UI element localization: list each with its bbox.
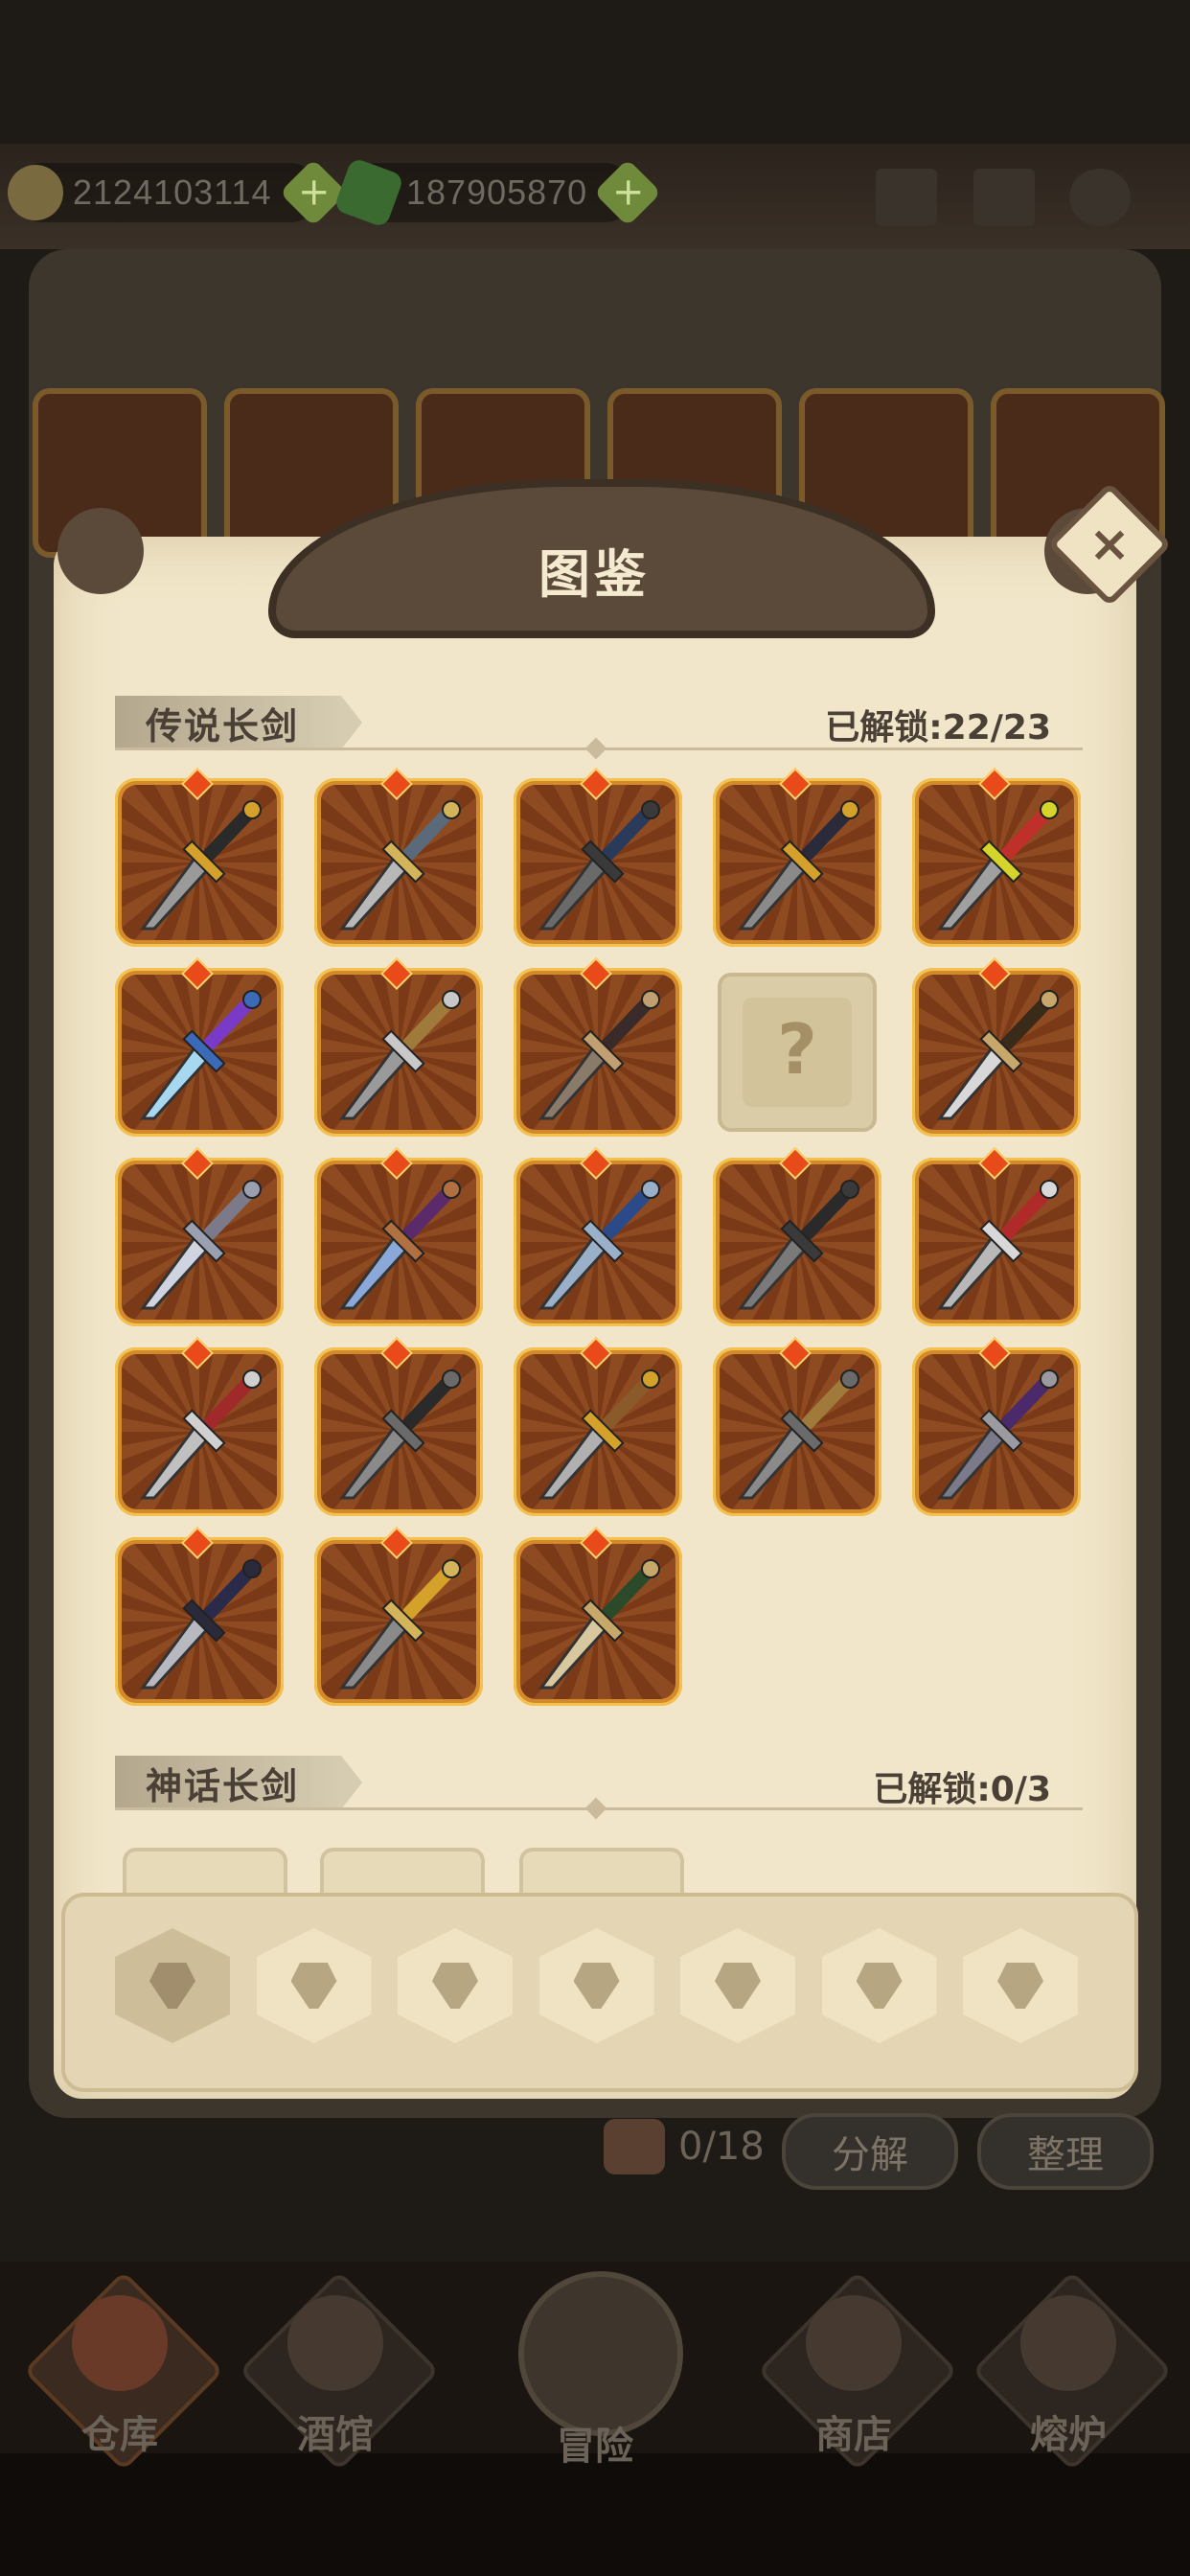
nav-label: 酒馆 — [297, 2413, 374, 2457]
sword-icon — [538, 1369, 660, 1500]
sword-icon — [339, 800, 461, 931]
gear-icon[interactable] — [1069, 169, 1131, 226]
sword-icon — [937, 1180, 1059, 1310]
nav-warehouse[interactable]: 仓库 — [19, 2262, 224, 2472]
sword-card[interactable] — [314, 1527, 483, 1706]
sword-card[interactable] — [912, 957, 1081, 1137]
sword-card[interactable] — [314, 1147, 483, 1326]
house-icon — [72, 2295, 168, 2391]
sword-card[interactable] — [912, 768, 1081, 947]
sword-icon — [538, 1180, 660, 1310]
sword-card[interactable] — [912, 1337, 1081, 1516]
nav-label: 商店 — [815, 2413, 892, 2457]
sword-icon — [538, 1559, 660, 1690]
sword-icon — [339, 1180, 461, 1310]
codex-title: 图鉴 — [538, 544, 650, 605]
sword-icon — [140, 1180, 262, 1310]
section-title: 神话长剑 — [146, 1764, 300, 1807]
decompose-button[interactable]: 分解 — [782, 2113, 958, 2190]
gem-counter: 187905870 + — [332, 156, 662, 229]
sword-card[interactable] — [514, 1147, 682, 1326]
adventure-portal-icon — [518, 2271, 683, 2436]
sword-icon — [738, 1180, 859, 1310]
tab-club[interactable] — [256, 1928, 372, 2043]
section-header-legendary: 传说长剑 — [115, 696, 341, 749]
nav-label: 冒险 — [557, 2425, 633, 2469]
sword-icon — [140, 1369, 262, 1500]
nav-label: 仓库 — [81, 2413, 158, 2457]
treasure-chest-icon — [806, 2295, 902, 2391]
locked-sword-slot[interactable]: ? — [718, 973, 877, 1132]
bag-capacity: 0/18 — [604, 2118, 765, 2175]
sword-icon — [937, 1369, 1059, 1500]
sword-card[interactable] — [115, 768, 284, 947]
sword-card[interactable] — [314, 957, 483, 1137]
tab-sword[interactable] — [398, 1928, 513, 2043]
section-title: 传说长剑 — [146, 704, 300, 748]
bag-icon — [604, 2119, 665, 2174]
nav-footer — [0, 2453, 1190, 2576]
tab-book[interactable] — [680, 1928, 795, 2043]
sword-card[interactable] — [713, 768, 881, 947]
unlock-progress: 已解锁:22/23 — [825, 708, 1051, 748]
sort-button[interactable]: 整理 — [977, 2113, 1154, 2190]
sword-icon — [937, 800, 1059, 931]
sword-card[interactable] — [314, 1337, 483, 1516]
tab-ring[interactable] — [963, 1928, 1078, 2043]
coin-counter: 2124103114 + — [8, 158, 348, 227]
sword-card[interactable] — [115, 1147, 284, 1326]
sword-card[interactable] — [514, 768, 682, 947]
book-icon[interactable] — [973, 169, 1035, 226]
close-icon: × — [1088, 516, 1131, 573]
sword-card[interactable] — [912, 1147, 1081, 1326]
tab-shield[interactable] — [538, 1928, 654, 2043]
sword-card[interactable] — [115, 957, 284, 1137]
sword-card[interactable] — [115, 1527, 284, 1706]
section-header-mythic: 神话长剑 — [115, 1756, 341, 1809]
nav-forge[interactable]: 熔炉 — [968, 2262, 1173, 2472]
sword-icon — [339, 990, 461, 1120]
decompose-label: 分解 — [832, 2133, 908, 2177]
sword-icon — [140, 800, 262, 931]
sword-icon — [339, 1559, 461, 1690]
sword-icon — [937, 990, 1059, 1120]
unlock-progress: 已解锁:0/3 — [873, 1770, 1051, 1809]
tab-helmet[interactable] — [821, 1928, 937, 2043]
sword-card[interactable] — [514, 1527, 682, 1706]
bag-count: 0/18 — [678, 2125, 765, 2169]
nav-shop[interactable]: 商店 — [753, 2262, 958, 2472]
beer-mug-icon — [287, 2295, 383, 2391]
scroll-end-left — [57, 508, 144, 594]
tab-dagger[interactable] — [115, 1928, 230, 2043]
sword-icon — [140, 990, 262, 1120]
coin-value: 2124103114 — [73, 172, 272, 212]
gem-value: 187905870 — [406, 172, 588, 212]
sword-card[interactable] — [115, 1337, 284, 1516]
sort-label: 整理 — [1027, 2133, 1104, 2177]
sword-icon — [339, 1369, 461, 1500]
nav-label: 熔炉 — [1030, 2413, 1107, 2457]
coin-icon — [8, 165, 63, 220]
anvil-icon — [1020, 2295, 1116, 2391]
sword-icon — [738, 800, 859, 931]
sword-icon — [140, 1559, 262, 1690]
sword-icon — [738, 1369, 859, 1500]
sword-card[interactable] — [713, 1147, 881, 1326]
sword-card[interactable] — [514, 957, 682, 1137]
sword-icon — [538, 800, 660, 931]
question-mark-icon: ? — [777, 1009, 817, 1090]
mail-icon[interactable] — [876, 169, 937, 226]
nav-adventure[interactable]: 冒险 — [494, 2262, 696, 2469]
nav-tavern[interactable]: 酒馆 — [235, 2262, 440, 2472]
sword-icon — [538, 990, 660, 1120]
sword-card[interactable] — [514, 1337, 682, 1516]
sword-card[interactable] — [713, 1337, 881, 1516]
sword-card[interactable] — [314, 768, 483, 947]
